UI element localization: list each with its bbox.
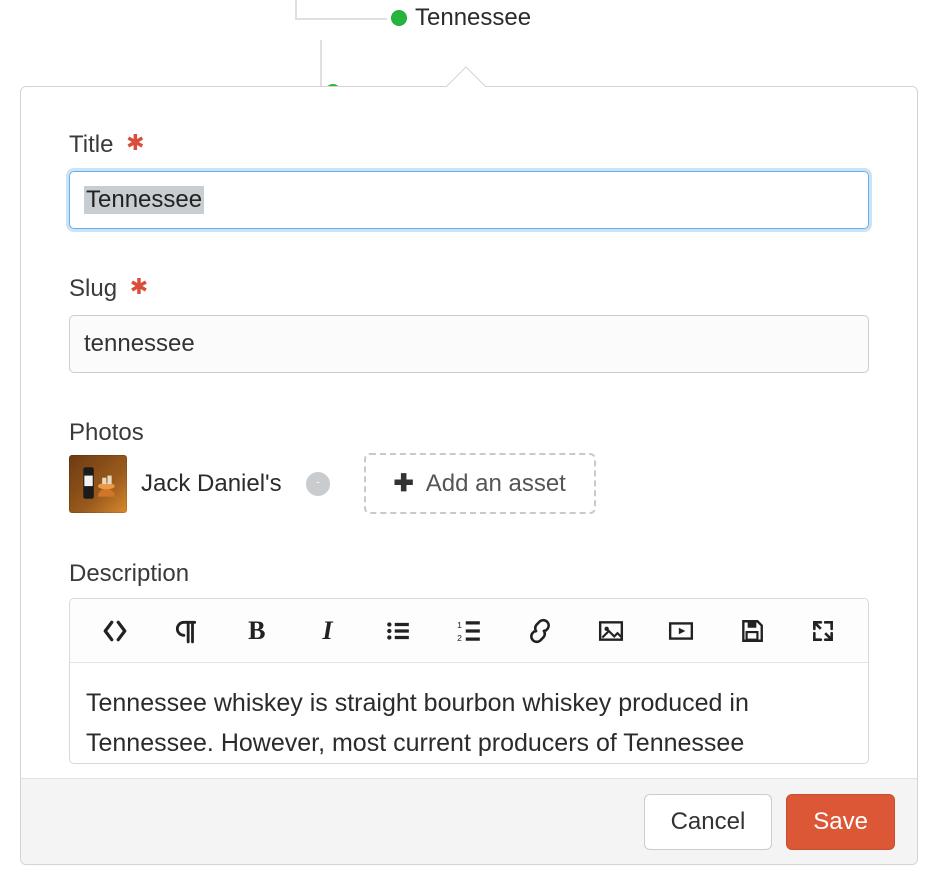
plus-icon: ✚ bbox=[394, 469, 414, 498]
photos-row: Jack Daniel's ✚ Add an asset bbox=[69, 453, 869, 514]
svg-text:2: 2 bbox=[457, 632, 462, 642]
svg-text:1: 1 bbox=[457, 619, 462, 629]
card-body: Title ✱ Tennessee Slug ✱ Photos bbox=[21, 87, 917, 764]
image-icon[interactable] bbox=[575, 599, 646, 663]
slug-label: Slug ✱ bbox=[69, 275, 869, 303]
unordered-list-icon[interactable] bbox=[363, 599, 434, 663]
video-icon[interactable] bbox=[646, 599, 717, 663]
tree-connector-horizontal bbox=[295, 18, 387, 20]
title-label-text: Title bbox=[69, 131, 113, 158]
tree-node-label[interactable]: Tennessee bbox=[415, 4, 531, 32]
asset-name: Jack Daniel's bbox=[141, 470, 282, 498]
rte-toolbar: B I 1 2 bbox=[70, 599, 868, 663]
title-input[interactable]: Tennessee bbox=[69, 171, 869, 229]
asset-thumbnail[interactable] bbox=[69, 455, 127, 513]
tree-connector-vertical bbox=[295, 0, 297, 18]
italic-button[interactable]: I bbox=[292, 599, 363, 663]
required-icon: ✱ bbox=[126, 130, 144, 155]
rich-text-editor: B I 1 2 bbox=[69, 598, 869, 764]
ordered-list-icon[interactable]: 1 2 bbox=[434, 599, 505, 663]
remove-asset-button[interactable] bbox=[306, 472, 330, 496]
slug-label-text: Slug bbox=[69, 275, 117, 302]
save-icon[interactable] bbox=[717, 599, 788, 663]
edit-card: Title ✱ Tennessee Slug ✱ Photos bbox=[20, 86, 918, 865]
tree-node-dot[interactable] bbox=[391, 10, 407, 26]
cancel-button[interactable]: Cancel bbox=[644, 794, 773, 850]
card-footer: Cancel Save bbox=[21, 778, 917, 864]
paragraph-icon[interactable] bbox=[151, 599, 222, 663]
bold-button[interactable]: B bbox=[221, 599, 292, 663]
add-asset-label: Add an asset bbox=[426, 470, 566, 498]
fullscreen-icon[interactable] bbox=[787, 599, 858, 663]
slug-input[interactable] bbox=[69, 315, 869, 373]
title-label: Title ✱ bbox=[69, 131, 869, 159]
link-icon[interactable] bbox=[504, 599, 575, 663]
description-label: Description bbox=[69, 560, 869, 588]
save-button[interactable]: Save bbox=[786, 794, 895, 850]
required-icon: ✱ bbox=[130, 274, 148, 299]
title-input-value: Tennessee bbox=[84, 186, 204, 214]
tree-fragment: Tennessee bbox=[0, 0, 940, 90]
description-content[interactable]: Tennessee whiskey is straight bourbon wh… bbox=[70, 663, 868, 763]
code-icon[interactable] bbox=[80, 599, 151, 663]
photos-label: Photos bbox=[69, 419, 869, 447]
add-asset-button[interactable]: ✚ Add an asset bbox=[364, 453, 596, 514]
